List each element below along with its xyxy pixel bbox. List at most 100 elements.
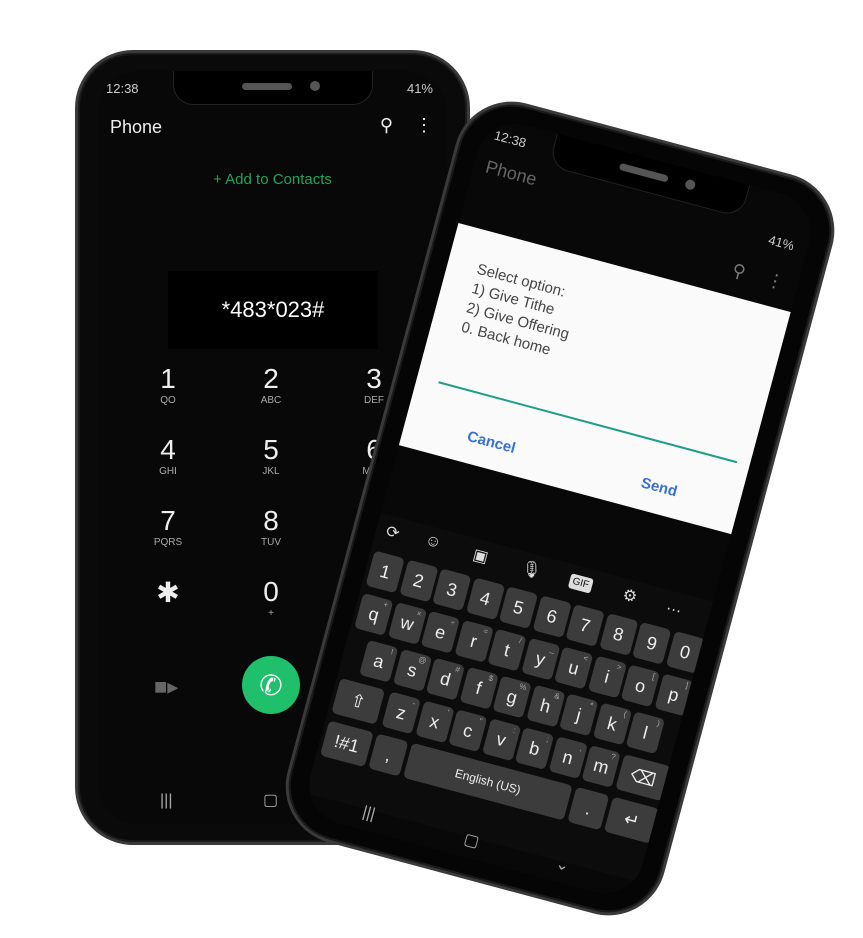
send-button[interactable]: Send bbox=[639, 474, 679, 500]
search-icon[interactable]: ⚲ bbox=[730, 260, 748, 284]
response-input[interactable] bbox=[438, 381, 738, 464]
key-1[interactable]: 1 bbox=[365, 550, 405, 594]
period-key[interactable]: . bbox=[567, 786, 610, 831]
key-label: l bbox=[640, 722, 651, 743]
key-label: 8 bbox=[611, 622, 626, 645]
key-z[interactable]: z- bbox=[381, 691, 421, 735]
call-button[interactable]: ✆ bbox=[242, 656, 300, 714]
key-label: m bbox=[591, 754, 612, 778]
key-hint: ! bbox=[389, 647, 395, 657]
key-7[interactable]: 7 bbox=[565, 604, 605, 647]
key-hint: % bbox=[518, 681, 528, 693]
gif-icon[interactable]: GIF bbox=[567, 573, 594, 594]
key-hint: ; bbox=[545, 734, 551, 744]
key-e[interactable]: e ÷ bbox=[420, 610, 461, 654]
settings-icon[interactable]: ⚙ bbox=[620, 585, 639, 608]
key-6[interactable]: 6 bbox=[532, 595, 572, 638]
more-vert-icon[interactable]: ⋮ bbox=[764, 269, 787, 294]
notch bbox=[548, 133, 751, 219]
mic-icon[interactable]: 🎙 bbox=[519, 557, 544, 582]
key-0[interactable]: 0 bbox=[665, 630, 705, 674]
key-i[interactable]: i > bbox=[587, 655, 627, 699]
key-4[interactable]: 4 bbox=[465, 577, 505, 621]
key-label: a bbox=[371, 649, 387, 672]
backspace-key[interactable]: ⌫ bbox=[615, 754, 672, 802]
dial-key-0[interactable]: 0 + bbox=[231, 576, 311, 619]
key-t[interactable]: t / bbox=[487, 628, 527, 672]
key-label: v bbox=[494, 728, 509, 750]
dial-key-4[interactable]: 4 GHI bbox=[128, 434, 208, 477]
more-icon[interactable]: … bbox=[664, 596, 685, 618]
comma-key[interactable]: , bbox=[368, 733, 409, 777]
dial-key-5[interactable]: 5 JKL bbox=[231, 434, 311, 477]
enter-key[interactable]: ↵ bbox=[603, 796, 660, 844]
key-j[interactable]: j * bbox=[559, 693, 599, 737]
letters: PQRS bbox=[153, 537, 183, 548]
key-5[interactable]: 5 bbox=[498, 586, 539, 630]
key-d[interactable]: d # bbox=[425, 657, 466, 701]
key-label: f bbox=[473, 677, 484, 698]
key-u[interactable]: u < bbox=[554, 646, 594, 690]
key-hint: ' bbox=[446, 707, 451, 718]
key-2[interactable]: 2 bbox=[398, 559, 439, 603]
key-l[interactable]: l) bbox=[625, 711, 666, 755]
key-v[interactable]: v: bbox=[481, 718, 521, 762]
key-label: i bbox=[602, 666, 612, 687]
key-m[interactable]: m? bbox=[581, 745, 621, 788]
more-vert-icon[interactable]: ⋮ bbox=[415, 115, 433, 136]
key-s[interactable]: s @ bbox=[392, 648, 432, 692]
sticker-icon[interactable]: ▣ bbox=[471, 544, 491, 567]
status-time: 12:38 bbox=[492, 127, 528, 151]
key-3[interactable]: 3 bbox=[432, 568, 472, 612]
key-label: u bbox=[566, 656, 582, 679]
status-battery: 41% bbox=[406, 81, 433, 96]
dial-key-7[interactable]: 7 PQRS bbox=[128, 505, 208, 548]
speaker bbox=[618, 162, 669, 183]
key-h[interactable]: h & bbox=[525, 684, 566, 728]
key-label: d bbox=[438, 667, 453, 690]
dialed-number[interactable]: *483*023# bbox=[168, 271, 378, 349]
key-label: p bbox=[666, 683, 682, 706]
key-o[interactable]: o[ bbox=[620, 664, 660, 708]
dial-key-8[interactable]: 8 TUV bbox=[231, 505, 311, 548]
cancel-button[interactable]: Cancel bbox=[465, 428, 517, 457]
key-hint: ? bbox=[610, 751, 617, 762]
translate-icon[interactable]: ⟳ bbox=[384, 521, 402, 544]
key-hint: ÷ bbox=[449, 617, 456, 628]
shift-key[interactable]: ⇧ bbox=[331, 678, 386, 725]
key-9[interactable]: 9 bbox=[632, 621, 672, 665]
search-icon[interactable]: ⚲ bbox=[380, 115, 393, 136]
key-label: z bbox=[394, 701, 409, 724]
dial-key-2[interactable]: 2 ABC bbox=[231, 363, 311, 406]
recents-nav-icon[interactable]: ||| bbox=[160, 792, 172, 810]
key-label: o bbox=[633, 674, 648, 697]
home-nav-icon[interactable]: ▢ bbox=[263, 790, 278, 810]
dial-key-1[interactable]: 1 QO bbox=[128, 363, 208, 406]
key-p[interactable]: p] bbox=[654, 673, 694, 717]
key-w[interactable]: w × bbox=[387, 601, 427, 645]
symbols-key[interactable]: !#1 bbox=[319, 720, 374, 768]
dial-key-✱[interactable]: ✱ bbox=[128, 576, 208, 609]
notch bbox=[172, 71, 373, 105]
emoji-icon[interactable]: ☺ bbox=[423, 531, 443, 553]
key-g[interactable]: g% bbox=[492, 675, 532, 719]
key-q[interactable]: q + bbox=[354, 593, 394, 636]
key-f[interactable]: f $ bbox=[459, 666, 499, 710]
dialog-message: Select option: 1) Give Tithe 2) Give Off… bbox=[459, 260, 572, 359]
video-call-icon[interactable]: ■▸ bbox=[154, 674, 178, 700]
key-k[interactable]: k( bbox=[592, 702, 632, 746]
key-x[interactable]: x ' bbox=[414, 700, 455, 744]
key-n[interactable]: n, bbox=[548, 736, 588, 779]
add-to-contacts-link[interactable]: + Add to Contacts bbox=[98, 171, 447, 188]
keyboard: ⟳ ☺ ▣ 🎙 GIF ⚙ … 1 2 3 4 5 6 7 8 9 0 q + w × e ÷ r = t / y _ u <… bbox=[305, 512, 714, 882]
key-hint: / bbox=[518, 636, 523, 646]
key-label: 1 bbox=[377, 560, 393, 583]
key-c[interactable]: c " bbox=[448, 709, 488, 753]
phone-icon: ✆ bbox=[259, 669, 283, 701]
key-r[interactable]: r = bbox=[454, 619, 494, 663]
digit: 8 bbox=[263, 505, 279, 536]
key-8[interactable]: 8 bbox=[598, 613, 639, 656]
key-b[interactable]: b; bbox=[514, 727, 555, 770]
key-y[interactable]: y _ bbox=[520, 637, 560, 681]
key-a[interactable]: a! bbox=[359, 639, 399, 683]
